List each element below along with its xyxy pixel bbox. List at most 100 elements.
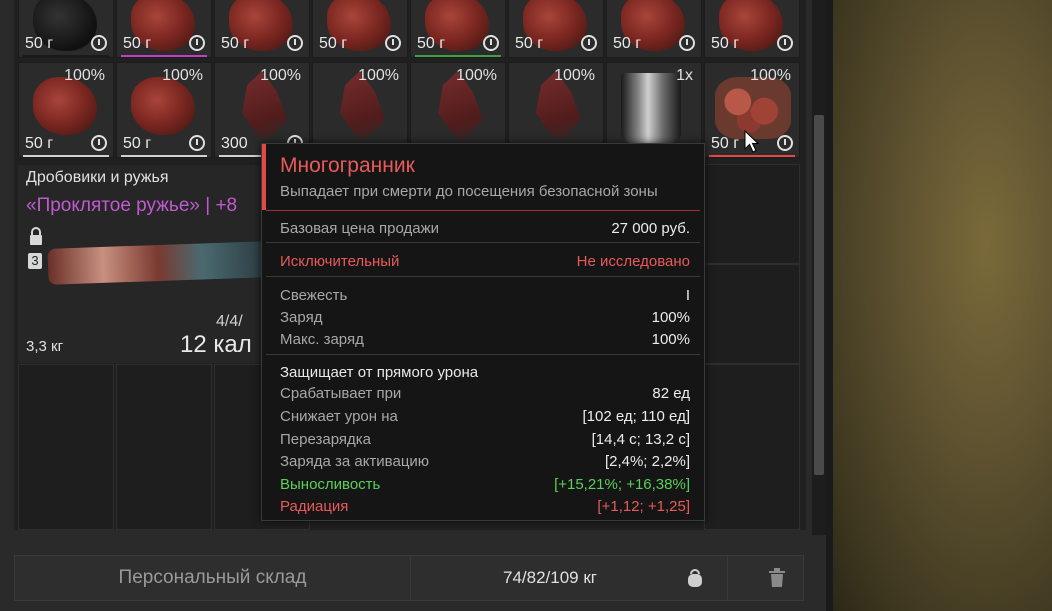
background-scene (833, 0, 1052, 611)
inventory-item[interactable]: 50 г (312, 0, 408, 58)
divider (266, 276, 700, 277)
empty-slot[interactable] (704, 364, 800, 530)
stat-row: Заряд 100% (280, 309, 690, 326)
stat-label: Срабатывает при (280, 385, 402, 402)
stat-row: Базовая цена продажи 27 000 руб. (280, 220, 690, 237)
item-weight: 50 г (123, 35, 152, 52)
item-condition: 100% (162, 67, 203, 84)
lock-icon (30, 227, 42, 245)
item-quality-line (415, 55, 501, 57)
stat-value: 27 000 руб. (611, 220, 690, 237)
clock-icon (483, 35, 499, 51)
stat-row: Срабатывает при 82 ед (280, 385, 690, 402)
clock-icon (287, 35, 303, 51)
clock-icon (777, 35, 793, 51)
inventory-item[interactable]: 100% 50 г (116, 62, 212, 158)
section-header: Защищает от прямого урона (280, 364, 690, 381)
inventory-item[interactable]: 50 г (606, 0, 702, 58)
clock-icon (581, 35, 597, 51)
stat-row-negative: Радиация [+1,12; +1,25] (280, 498, 690, 515)
weapon-caliber: 12 кал (180, 331, 252, 358)
stat-label: Свежесть (280, 287, 348, 304)
rarity-label: Исключительный (280, 253, 400, 270)
weapon-image (47, 241, 269, 285)
stat-row: Свежесть I (280, 287, 690, 304)
clock-icon (189, 135, 205, 151)
inventory-item[interactable]: 50 г (214, 0, 310, 58)
delete-button[interactable] (727, 556, 804, 600)
empty-slot[interactable] (116, 364, 212, 530)
item-weight: 50 г (711, 35, 740, 52)
item-quality-line (23, 155, 109, 157)
inventory-item[interactable]: 50 г (410, 0, 506, 58)
research-status: Не исследовано (576, 253, 690, 270)
scrollbar-thumb[interactable] (814, 115, 824, 475)
item-quality-line (709, 155, 795, 157)
storage-tab[interactable]: Персональный склад (15, 556, 411, 600)
stat-value: I (685, 287, 690, 304)
inventory-item[interactable]: 50 г (508, 0, 604, 58)
stat-label: Радиация (280, 498, 349, 515)
item-weight: 300 (221, 135, 248, 152)
weapon-slot[interactable]: Дробовики и ружья «Проклятое ружье» | +8… (18, 165, 269, 363)
empty-slot[interactable] (704, 164, 800, 264)
stat-value: [102 ед; 110 ед] (582, 408, 690, 425)
stat-label: Базовая цена продажи (280, 220, 440, 237)
item-quality-line (121, 155, 207, 157)
weapon-weight: 3,3 кг (26, 338, 64, 355)
divider (266, 242, 700, 243)
item-condition: 100% (260, 67, 301, 84)
inventory-item[interactable]: 50 г (116, 0, 212, 58)
clock-icon (189, 35, 205, 51)
trash-icon (769, 568, 785, 587)
divider (266, 354, 700, 355)
stat-label: Макс. заряд (280, 331, 364, 348)
item-weight: 50 г (25, 35, 54, 52)
item-weight: 50 г (25, 135, 54, 152)
level-badge: 3 (28, 253, 42, 269)
stat-row: Заряда за активацию [2,4%; 2,2%] (280, 453, 690, 470)
clock-icon (777, 135, 793, 151)
item-weight: 50 г (123, 135, 152, 152)
item-quality-line (23, 55, 109, 57)
stat-value: [+1,12; +1,25] (597, 498, 690, 515)
item-tooltip: Многогранник Выпадает при смерти до посе… (261, 143, 705, 521)
stat-value: 100% (651, 331, 690, 348)
empty-slot[interactable] (704, 264, 800, 364)
stat-row: Снижает урон на [102 ед; 110 ед] (280, 408, 690, 425)
stat-value: [+15,21%; +16,38%] (554, 476, 690, 493)
tooltip-accent (262, 144, 266, 210)
inventory-item[interactable]: 50 г (18, 0, 114, 58)
item-count: 1x (676, 67, 693, 84)
tooltip-subtitle: Выпадает при смерти до посещения безопас… (280, 183, 658, 200)
weapon-name: «Проклятое ружье» | +8 (26, 195, 238, 216)
item-condition: 100% (358, 67, 399, 84)
stat-label: Перезарядка (280, 431, 371, 448)
inventory-item[interactable]: 100% 50 г (18, 62, 114, 158)
weapon-category: Дробовики и ружья (26, 169, 169, 186)
inventory-item[interactable]: 50 г (704, 0, 800, 58)
rarity-row: Исключительный Не исследовано (280, 253, 690, 270)
item-image (33, 77, 97, 135)
weight-readout: 74/82/109 кг (503, 568, 597, 587)
storage-bar: Персональный склад 74/82/109 кг (14, 555, 804, 601)
item-image (131, 77, 195, 135)
weapon-ammo: 4/4/ (216, 313, 243, 330)
stat-label: Выносливость (280, 476, 381, 493)
item-condition: 100% (64, 67, 105, 84)
kettlebell-icon (688, 569, 702, 587)
stat-value: [14,4 с; 13,2 с] (591, 431, 690, 448)
stat-label: Заряда за активацию (280, 453, 430, 470)
item-quality-line (121, 55, 207, 57)
clock-icon (91, 35, 107, 51)
stat-value: [2,4%; 2,2%] (604, 453, 690, 470)
item-weight: 50 г (613, 35, 642, 52)
stat-label: Заряд (280, 309, 323, 326)
stat-label: Снижает урон на (280, 408, 398, 425)
clock-icon (679, 35, 695, 51)
item-weight: 50 г (515, 35, 544, 52)
panel-divider (826, 0, 833, 611)
stat-value: 100% (651, 309, 690, 326)
clock-icon (385, 35, 401, 51)
empty-slot[interactable] (18, 364, 114, 530)
